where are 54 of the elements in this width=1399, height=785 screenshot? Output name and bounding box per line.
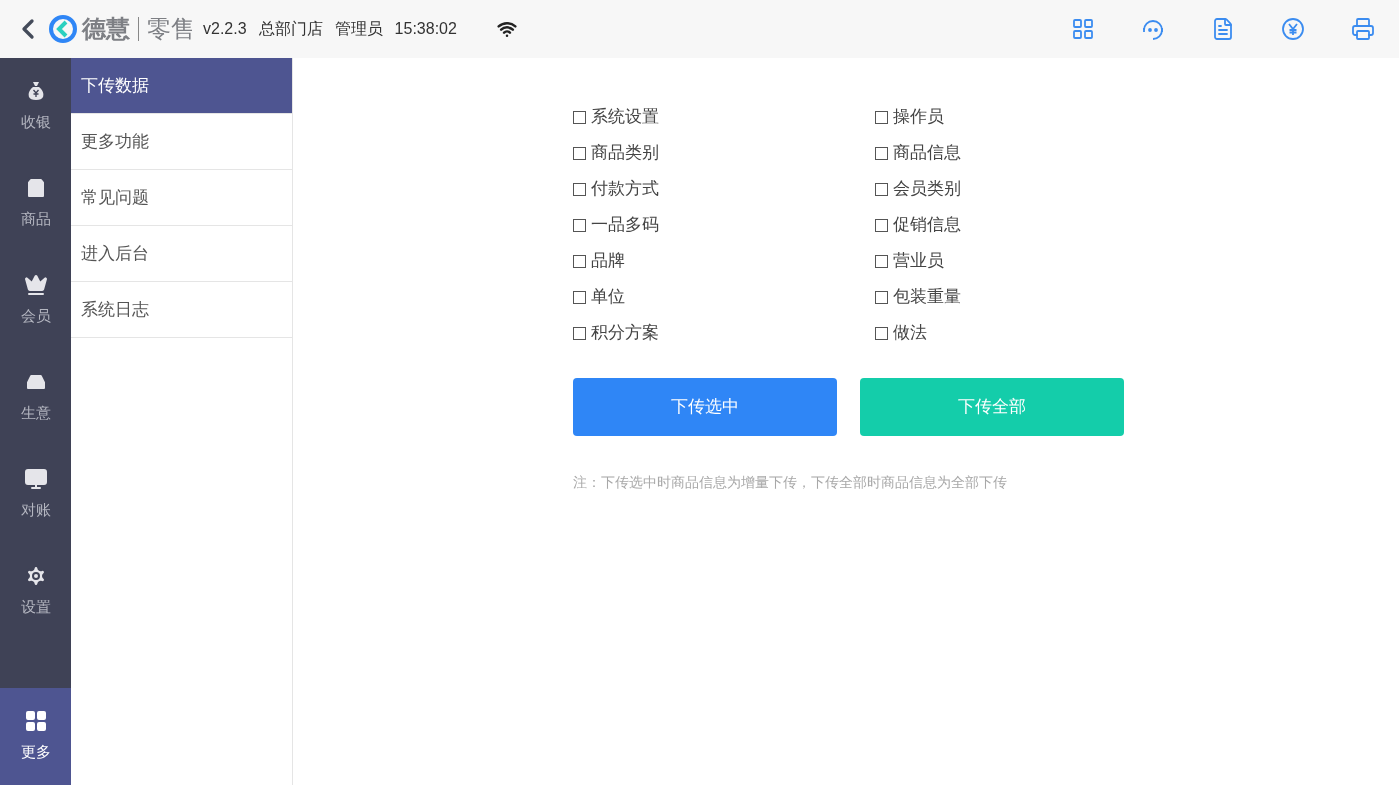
option-label: 营业员: [893, 250, 944, 273]
crown-icon: [23, 273, 48, 298]
option-label: 单位: [591, 286, 625, 309]
checkbox[interactable]: [573, 182, 586, 196]
chat-face-icon[interactable]: [1141, 17, 1165, 41]
rail-item[interactable]: 设置: [0, 543, 71, 640]
printer-icon[interactable]: [1351, 17, 1375, 41]
option-label: 会员类别: [893, 178, 961, 201]
grid-icon[interactable]: [1071, 17, 1095, 41]
grid-icon: [23, 709, 48, 734]
rail-item[interactable]: 收银: [0, 58, 71, 155]
checkbox[interactable]: [875, 290, 888, 304]
checkbox[interactable]: [875, 110, 888, 124]
checkbox[interactable]: [875, 326, 888, 340]
rail-item[interactable]: 生意: [0, 349, 71, 446]
yen-coin-icon[interactable]: [1281, 17, 1305, 41]
option-label: 付款方式: [591, 178, 659, 201]
note-text: 注：下传选中时商品信息为增量下传，下传全部时商品信息为全部下传: [573, 473, 1008, 492]
checkbox[interactable]: [573, 254, 586, 268]
option-label: 积分方案: [591, 322, 659, 345]
checkbox[interactable]: [573, 290, 586, 304]
option-label: 做法: [893, 322, 927, 345]
user-role: 管理员: [334, 19, 383, 39]
option-label: 品牌: [591, 250, 625, 273]
submenu-item[interactable]: 下传数据: [71, 58, 292, 114]
option-label: 系统设置: [591, 106, 659, 129]
option-label: 商品类别: [591, 142, 659, 165]
checkbox[interactable]: [573, 218, 586, 232]
option-label: 一品多码: [591, 214, 659, 237]
rail-item[interactable]: 对账: [0, 446, 71, 543]
option-label: 促销信息: [893, 214, 961, 237]
rail-item[interactable]: 更多: [0, 688, 71, 785]
brand-name: 德慧: [82, 14, 130, 44]
download-button[interactable]: 下传选中: [573, 378, 837, 436]
logo-icon: [48, 14, 78, 44]
checkbox[interactable]: [875, 182, 888, 196]
checkbox[interactable]: [875, 218, 888, 232]
rail-item[interactable]: 会员: [0, 252, 71, 349]
checkbox[interactable]: [875, 146, 888, 160]
checkbox[interactable]: [573, 110, 586, 124]
checkbox[interactable]: [573, 146, 586, 160]
store-name: 总部门店: [258, 19, 323, 39]
document-icon[interactable]: [1211, 17, 1235, 41]
wifi-icon: [496, 19, 517, 39]
product-name: 零售: [147, 14, 195, 44]
option-label: 商品信息: [893, 142, 961, 165]
option-label: 操作员: [893, 106, 944, 129]
checkbox[interactable]: [573, 326, 586, 340]
monitor-icon: [23, 467, 48, 492]
rail-item[interactable]: 商品: [0, 155, 71, 252]
version-text: v2.2.3: [203, 19, 247, 39]
checkbox[interactable]: [875, 254, 888, 268]
clock-time: 15:38:02: [394, 19, 457, 39]
option-label: 包装重量: [893, 286, 961, 309]
